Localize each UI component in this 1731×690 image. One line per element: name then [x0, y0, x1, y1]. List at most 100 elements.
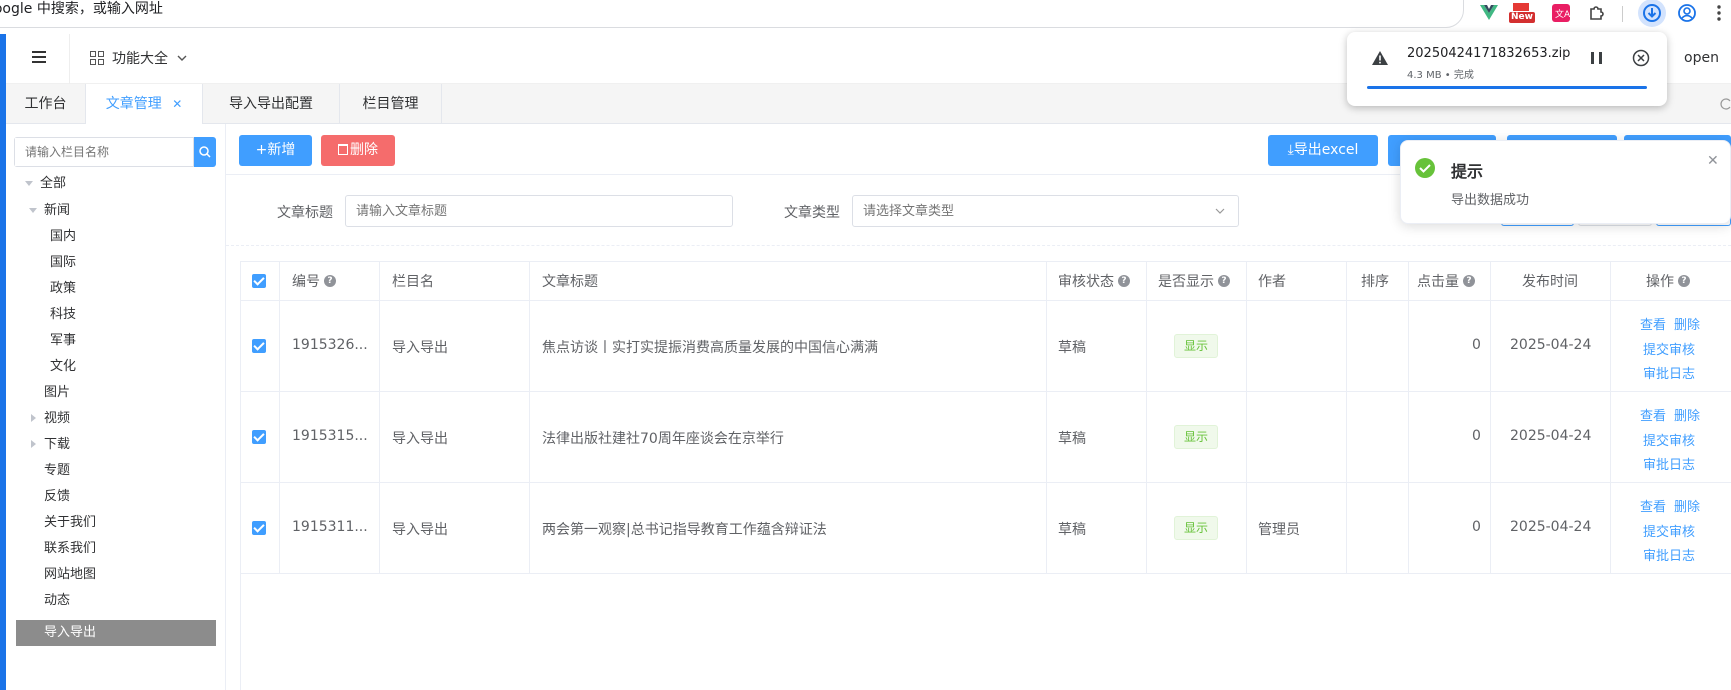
translate-extension-icon[interactable]: 文A: [1550, 2, 1572, 24]
column-header-label: 排序: [1361, 274, 1389, 290]
cell-id: 1915311...: [292, 519, 368, 535]
column-search-field[interactable]: [15, 138, 193, 166]
select-all-checkbox[interactable]: [252, 274, 266, 288]
tree-node[interactable]: 专题: [44, 459, 70, 483]
submit-review-link[interactable]: 提交审核: [1643, 430, 1695, 449]
caret-right-icon[interactable]: [31, 414, 36, 422]
tree-node[interactable]: 联系我们: [44, 537, 96, 561]
close-icon[interactable]: ✕: [172, 97, 182, 111]
function-menu[interactable]: 功能大全: [90, 48, 188, 68]
title-filter-field[interactable]: [346, 196, 732, 226]
profile-icon[interactable]: [1676, 2, 1698, 24]
tree-node-label: 下载: [44, 437, 71, 452]
tree-node-label: 图片: [44, 385, 71, 400]
row-checkbox[interactable]: [252, 521, 266, 535]
help-icon[interactable]: ?: [324, 275, 336, 287]
export-excel-button[interactable]: ⤓导出excel: [1268, 135, 1378, 166]
cell-id: 1915326...: [292, 337, 368, 353]
caret-down-icon[interactable]: [25, 181, 33, 186]
approval-log-link[interactable]: 审批日志: [1643, 363, 1695, 382]
tab-label: 导入导出配置: [229, 96, 313, 112]
tab-column-management[interactable]: 栏目管理: [340, 84, 442, 124]
col-line: [1046, 261, 1047, 574]
tree-node[interactable]: 国内: [50, 225, 76, 249]
user-name[interactable]: open: [1684, 50, 1719, 66]
approval-log-link[interactable]: 审批日志: [1643, 454, 1695, 473]
delete-link[interactable]: 删除: [1674, 496, 1700, 515]
row-checkbox[interactable]: [252, 339, 266, 353]
tree-node[interactable]: 新闻: [44, 199, 70, 223]
close-icon[interactable]: ✕: [1707, 153, 1719, 169]
tree-node[interactable]: 军事: [50, 329, 76, 353]
tree-node[interactable]: 国际: [50, 251, 76, 275]
delete-link[interactable]: 删除: [1674, 405, 1700, 424]
download-filename[interactable]: 20250424171832653.zip: [1407, 46, 1570, 61]
tree-node[interactable]: 网站地图: [44, 563, 96, 587]
toolbar-divider: [1622, 6, 1623, 22]
column-header-title: 文章标题: [542, 271, 598, 291]
tab-workbench[interactable]: 工作台: [6, 84, 86, 124]
hamburger-icon[interactable]: [32, 51, 46, 63]
tree-node[interactable]: 文化: [50, 355, 76, 379]
type-filter-field[interactable]: [853, 196, 1238, 226]
cancel-icon[interactable]: [1632, 49, 1650, 67]
tree-node[interactable]: 下载: [44, 433, 70, 457]
tree-node[interactable]: 政策: [50, 277, 76, 301]
filter-divider: [226, 245, 1731, 246]
cell-id: 1915315...: [292, 428, 368, 444]
download-icon[interactable]: [1638, 0, 1666, 27]
view-link[interactable]: 查看: [1640, 314, 1666, 333]
tree-node[interactable]: 科技: [50, 303, 76, 327]
column-header-label: 操作: [1646, 274, 1674, 290]
column-header-date: 发布时间: [1522, 271, 1578, 291]
help-icon[interactable]: ?: [1218, 275, 1230, 287]
browser-menu-icon[interactable]: [1712, 2, 1726, 24]
approval-log-link[interactable]: 审批日志: [1643, 545, 1695, 564]
tree-node[interactable]: 视频: [44, 407, 70, 431]
column-header-author: 作者: [1258, 271, 1286, 291]
help-icon[interactable]: ?: [1118, 275, 1130, 287]
delete-link[interactable]: 删除: [1674, 314, 1700, 333]
tab-article-management[interactable]: 文章管理 ✕: [86, 84, 203, 124]
column-header-label: 点击量: [1417, 274, 1459, 290]
tree-node[interactable]: 反馈: [44, 485, 70, 509]
submit-review-link[interactable]: 提交审核: [1643, 521, 1695, 540]
pause-icon[interactable]: [1591, 52, 1602, 64]
tab-import-export-config[interactable]: 导入导出配置: [203, 84, 340, 124]
new-extension-icon[interactable]: New: [1508, 2, 1536, 24]
column-header-sort: 排序: [1361, 271, 1389, 291]
row-checkbox[interactable]: [252, 430, 266, 444]
type-filter-select[interactable]: [852, 195, 1239, 227]
tree-node[interactable]: 图片: [44, 381, 70, 405]
col-line: [1490, 261, 1491, 574]
col-line: [1246, 261, 1247, 574]
tab-label: 文章管理: [105, 96, 162, 112]
col-line: [529, 261, 530, 574]
column-search-input[interactable]: [14, 137, 194, 167]
caret-down-icon[interactable]: [29, 208, 37, 213]
extensions-puzzle-icon[interactable]: [1586, 2, 1608, 24]
tree-node-label: 动态: [44, 593, 71, 608]
tree-node-label: 军事: [50, 333, 77, 348]
help-icon[interactable]: ?: [1678, 275, 1690, 287]
tree-node[interactable]: 关于我们: [44, 511, 96, 535]
help-icon[interactable]: ?: [1463, 275, 1475, 287]
tree-node[interactable]: 动态: [44, 589, 70, 613]
delete-button[interactable]: 删除: [321, 135, 395, 166]
column-search-button[interactable]: [194, 137, 216, 167]
view-link[interactable]: 查看: [1640, 496, 1666, 515]
display-tag: 显示: [1174, 516, 1218, 540]
tree-node-selected[interactable]: 导入导出: [44, 621, 96, 645]
address-bar[interactable]: Google 中搜索，或输入网址: [0, 0, 1464, 28]
title-filter-input[interactable]: [345, 195, 733, 227]
caret-right-icon[interactable]: [31, 440, 36, 448]
refresh-icon[interactable]: [1720, 97, 1731, 111]
tree-node-label: 科技: [50, 307, 77, 322]
view-link[interactable]: 查看: [1640, 405, 1666, 424]
tree-node[interactable]: 全部: [40, 172, 66, 196]
function-menu-label: 功能大全: [112, 51, 168, 67]
add-button[interactable]: +新增: [239, 135, 312, 166]
submit-review-link[interactable]: 提交审核: [1643, 339, 1695, 358]
cell-clicks: 0: [1472, 428, 1481, 444]
vue-devtools-icon[interactable]: [1478, 2, 1500, 24]
